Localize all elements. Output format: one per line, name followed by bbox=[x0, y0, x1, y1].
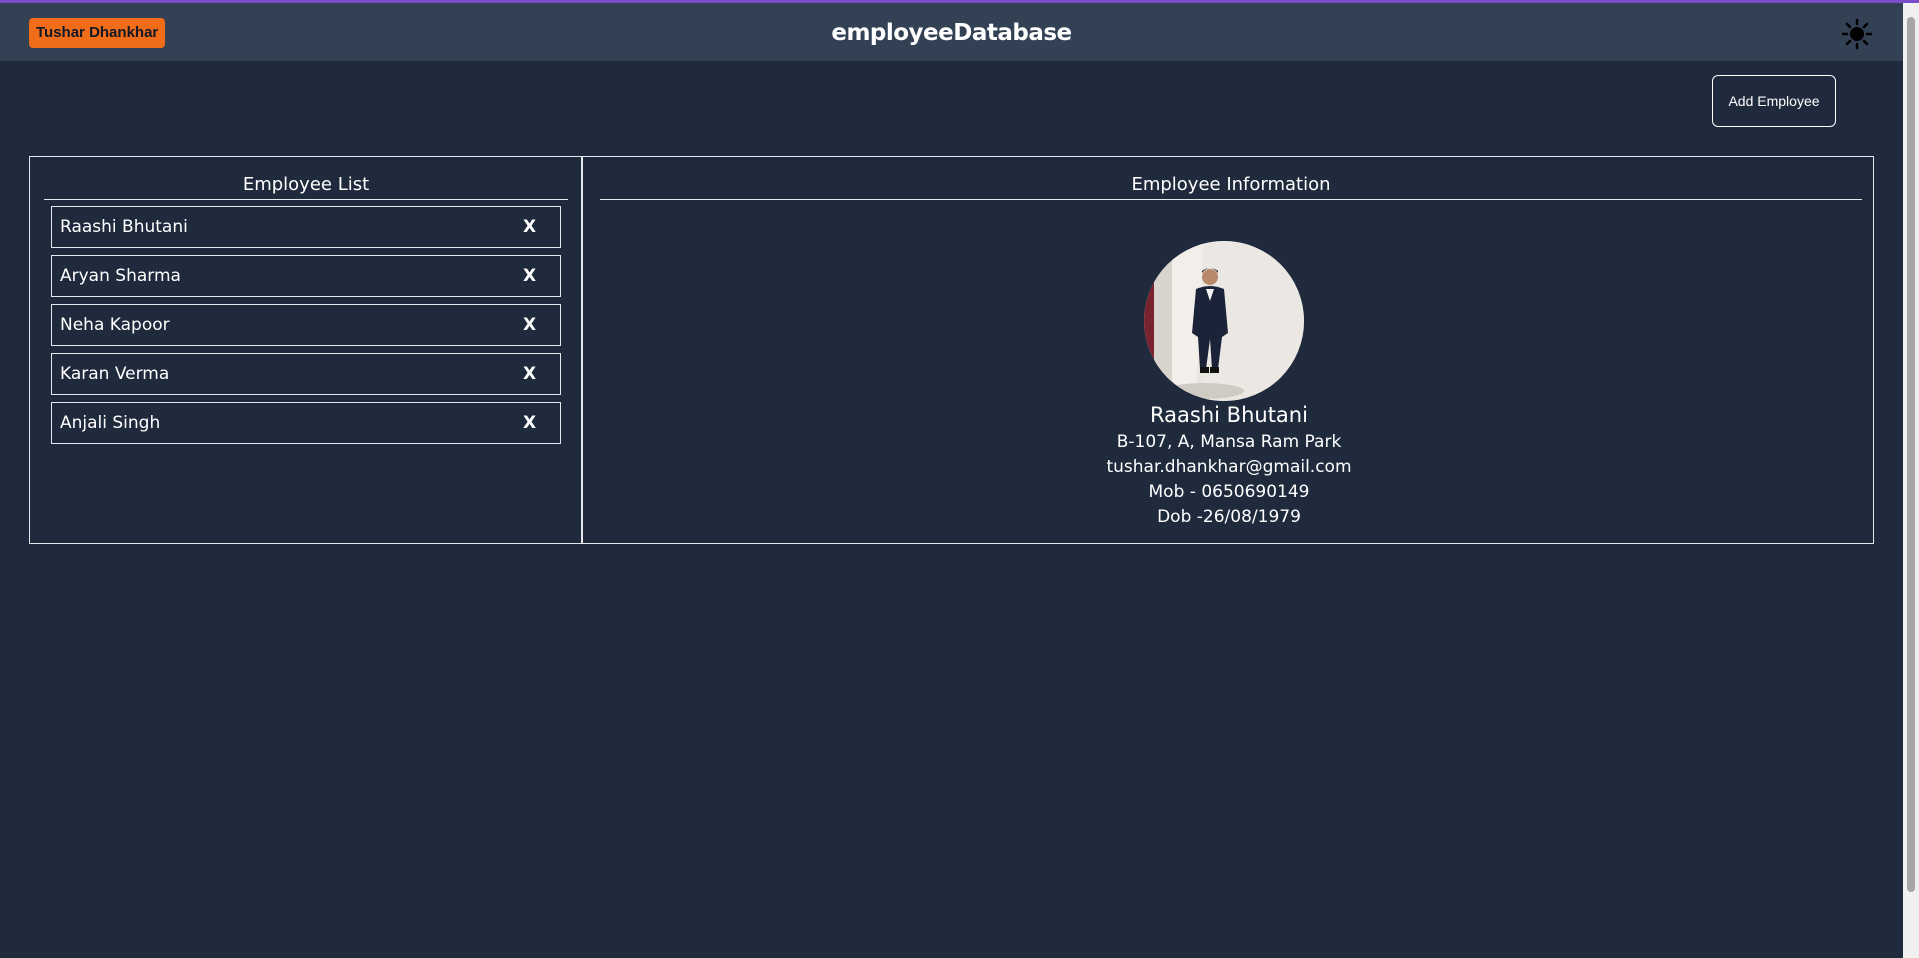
employee-list-item[interactable]: Raashi Bhutani X bbox=[51, 206, 561, 248]
employee-name: Raashi Bhutani bbox=[60, 217, 188, 237]
add-employee-button[interactable]: Add Employee bbox=[1712, 75, 1836, 127]
delete-employee-button[interactable]: X bbox=[523, 403, 536, 443]
employee-detail-email: tushar.dhankhar@gmail.com bbox=[1106, 457, 1352, 477]
employee-list-title: Employee List bbox=[44, 173, 568, 200]
employee-details: Raashi Bhutani B-107, A, Mansa Ram Park … bbox=[585, 401, 1873, 530]
delete-employee-button[interactable]: X bbox=[523, 256, 536, 296]
employee-name: Anjali Singh bbox=[60, 413, 161, 433]
app-title: employeeDatabase bbox=[831, 20, 1072, 46]
employee-name: Neha Kapoor bbox=[60, 315, 170, 335]
employee-avatar bbox=[1144, 241, 1304, 401]
employee-panels: Employee List Raashi Bhutani X Aryan Sha… bbox=[29, 156, 1874, 544]
employee-name: Aryan Sharma bbox=[60, 266, 181, 286]
employee-detail-name: Raashi Bhutani bbox=[1150, 403, 1308, 427]
employee-list-item[interactable]: Neha Kapoor X bbox=[51, 304, 561, 346]
employee-detail-dob: Dob -26/08/1979 bbox=[1157, 507, 1301, 527]
employee-list-panel: Employee List Raashi Bhutani X Aryan Sha… bbox=[30, 157, 583, 543]
employee-detail-address: B-107, A, Mansa Ram Park bbox=[1116, 432, 1342, 452]
employee-name: Karan Verma bbox=[60, 364, 170, 384]
app-header: Tushar Dhankhar employeeDatabase bbox=[0, 3, 1903, 61]
employee-list-item[interactable]: Karan Verma X bbox=[51, 353, 561, 395]
employee-list-item[interactable]: Aryan Sharma X bbox=[51, 255, 561, 297]
delete-employee-button[interactable]: X bbox=[523, 207, 536, 247]
scrollbar-thumb[interactable] bbox=[1907, 17, 1915, 892]
delete-employee-button[interactable]: X bbox=[523, 354, 536, 394]
employee-info-panel: Employee Information Raashi Bhutani B-10… bbox=[585, 157, 1873, 543]
employee-info-title: Employee Information bbox=[600, 173, 1862, 200]
page-scrollbar[interactable] bbox=[1903, 3, 1919, 958]
employee-list: Raashi Bhutani X Aryan Sharma X Neha Kap… bbox=[51, 206, 561, 451]
delete-employee-button[interactable]: X bbox=[523, 305, 536, 345]
employee-detail-mobile: Mob - 0650690149 bbox=[1148, 482, 1310, 502]
employee-list-item[interactable]: Anjali Singh X bbox=[51, 402, 561, 444]
sun-icon[interactable] bbox=[1841, 18, 1873, 50]
